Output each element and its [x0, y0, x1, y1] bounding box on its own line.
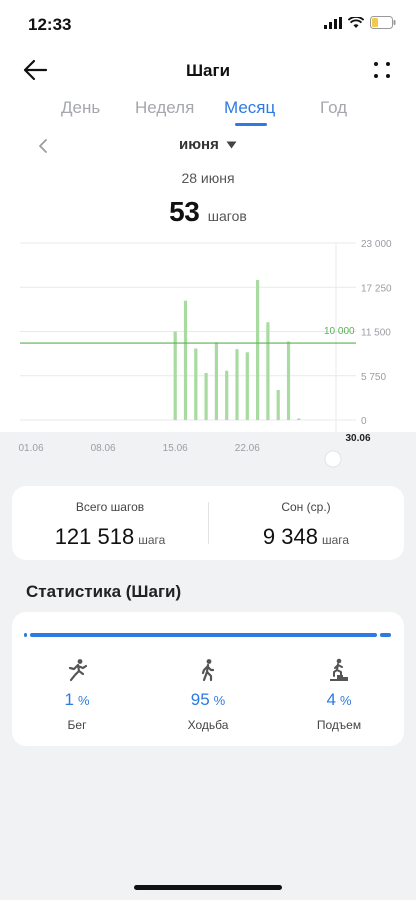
steps-bar-chart[interactable]: 23 000 17 250 11 500 5 750 0 10 000 01.06 08.06… — [0, 232, 416, 472]
chart-bar — [183, 300, 188, 420]
selected-date: 28 июня — [181, 170, 235, 186]
x-tick-label: 08.06 — [91, 443, 116, 454]
total-steps-value: 121 518 — [54, 524, 135, 549]
stat-climbing: 4% Подъем — [274, 658, 404, 732]
period-selector: июня — [0, 134, 416, 158]
chart-bar — [286, 341, 291, 420]
x-tick-label: 01.06 — [18, 443, 43, 454]
stats-card: 1% Бег 95% Ходьба 4% Подъем — [12, 612, 404, 746]
dropdown-caret-icon — [226, 141, 237, 149]
y-tick-label: 11 500 — [361, 328, 391, 339]
sleep-steps-unit: шага — [321, 533, 350, 547]
y-tick-label: 23 000 — [361, 239, 392, 250]
chart-bar — [256, 279, 260, 420]
x-tick-label: 30.06 — [345, 433, 370, 444]
tab-day[interactable]: День — [61, 98, 100, 118]
sleep-steps-label: Сон (ср.) — [281, 500, 331, 514]
climbing-percent-unit: % — [339, 693, 352, 708]
tab-year[interactable]: Год — [320, 98, 347, 118]
climbing-share-segment — [379, 633, 392, 637]
selected-value: 53 шагов — [0, 196, 416, 228]
walking-percent: 95 — [190, 690, 210, 709]
total-steps-label: Всего шагов — [75, 500, 145, 514]
climbing-label: Подъем — [316, 718, 362, 732]
x-tick-label: 22.06 — [235, 443, 260, 454]
app-header: Шаги — [0, 50, 416, 90]
status-bar: 12:33 — [0, 12, 416, 38]
battery-icon — [370, 16, 396, 29]
period-tabs: День Неделя Месяц Год — [0, 96, 416, 126]
walking-label: Ходьба — [187, 718, 229, 732]
page-title: Шаги — [185, 61, 231, 80]
month-label: июня — [178, 136, 219, 153]
sleep-steps-value: 9 348 — [262, 524, 318, 549]
running-percent-unit: % — [77, 693, 90, 708]
stat-walking: 95% Ходьба — [143, 658, 273, 732]
chart-bar — [245, 352, 249, 420]
wifi-icon — [348, 16, 364, 28]
chart-bar — [297, 418, 301, 420]
walking-share-segment — [30, 633, 377, 637]
chart-bar — [276, 389, 280, 420]
tab-month[interactable]: Месяц — [224, 98, 275, 118]
selected-steps: 53 — [169, 196, 200, 227]
walking-icon — [201, 659, 215, 682]
x-tick-label: 15.06 — [163, 443, 188, 454]
total-steps-unit: шага — [138, 533, 166, 547]
chart-bar — [214, 342, 218, 420]
running-label: Бег — [67, 718, 87, 732]
stat-running: 1% Бег — [12, 658, 142, 732]
walking-percent-unit: % — [213, 693, 226, 708]
goal-label: 10 000 — [324, 326, 355, 337]
summary-card: Всего шагов 121 518 шага Сон (ср.) 9 348 ш… — [12, 486, 404, 560]
month-dropdown[interactable]: июня — [0, 136, 416, 153]
climbing-percent: 4 — [326, 690, 336, 709]
selected-unit: шагов — [207, 208, 247, 224]
signal-icon — [324, 16, 342, 29]
climbing-icon — [330, 658, 348, 681]
chart-bar — [173, 331, 177, 420]
chart-bar — [266, 322, 270, 420]
chart-bar — [225, 370, 229, 420]
chart-bar — [194, 348, 198, 420]
tab-week[interactable]: Неделя — [135, 98, 194, 118]
active-tab-indicator — [235, 123, 267, 126]
running-icon — [68, 659, 88, 682]
running-percent: 1 — [64, 690, 74, 709]
chart-bar — [235, 349, 239, 420]
more-options-icon[interactable] — [372, 60, 392, 80]
sleep-steps-block: Сон (ср.) 9 348 шага — [208, 500, 404, 550]
status-time: 12:33 — [28, 15, 72, 34]
total-steps-block: Всего шагов 121 518 шага — [12, 500, 208, 550]
stats-title: Статистика (Шаги) — [26, 582, 182, 601]
chart-bar — [204, 373, 208, 420]
status-icons — [324, 16, 396, 29]
running-share-segment — [24, 633, 27, 637]
y-tick-label: 17 250 — [361, 283, 392, 294]
selected-day-marker — [324, 450, 342, 468]
home-indicator — [134, 885, 282, 890]
y-tick-label: 0 — [361, 416, 367, 427]
y-tick-label: 5 750 — [361, 372, 386, 383]
activity-distribution-bar — [24, 633, 392, 637]
